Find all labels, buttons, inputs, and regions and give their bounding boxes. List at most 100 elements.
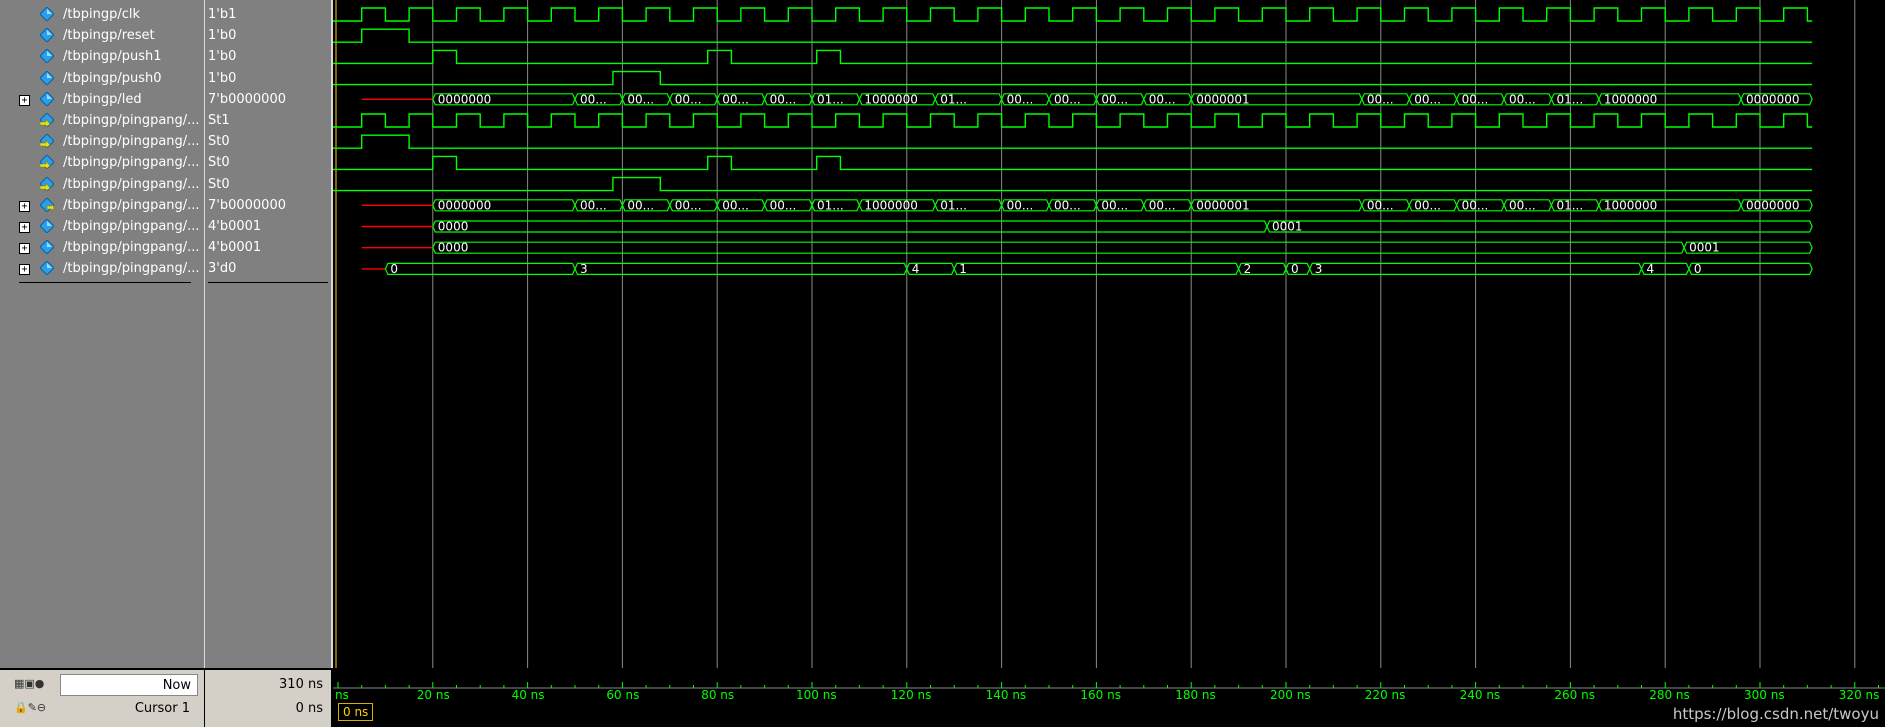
signal-row[interactable]: /tbpingp/clk: [0, 4, 204, 25]
bus-segment: [432, 241, 1685, 254]
signal-name[interactable]: /tbpingp/pingpang/...: [63, 134, 200, 149]
signal-row[interactable]: /tbpingp/pingpang/...: [0, 131, 204, 152]
signal-name[interactable]: /tbpingp/pingpang/...: [63, 155, 200, 170]
bus-value-label: 00...: [675, 198, 702, 212]
bus-value-label: 01...: [940, 198, 967, 212]
bus-value-label: 00...: [580, 198, 607, 212]
signal-row[interactable]: /tbpingp/pingpang/...: [0, 110, 204, 131]
signal-value-row[interactable]: 3'd0: [205, 258, 331, 279]
time-axis[interactable]: ns 20 ns 40 ns 60 ns 80 ns 100 ns 120 ns 140 ns…: [333, 670, 1885, 727]
bus-value-label: 0000001: [1196, 92, 1249, 106]
tick-label: 180 ns: [1175, 688, 1216, 702]
cursor-time-tag[interactable]: 0 ns: [338, 703, 374, 721]
signal-row[interactable]: + /tbpingp/pingpang/...: [0, 258, 204, 279]
bus-value-label: 01...: [940, 92, 967, 106]
tick-label: 120 ns: [891, 688, 932, 702]
tick-label: 220 ns: [1365, 688, 1406, 702]
bus-value-label: 00...: [1054, 92, 1081, 106]
signal-value-row[interactable]: St0: [205, 131, 331, 152]
signal-value-row[interactable]: St1: [205, 110, 331, 131]
signal-name[interactable]: /tbpingp/push0: [63, 71, 162, 86]
bus-segment: [1688, 262, 1813, 275]
signal-row[interactable]: /tbpingp/push1: [0, 46, 204, 67]
signal-name[interactable]: /tbpingp/led: [63, 92, 142, 107]
bus-value-label: 00...: [580, 92, 607, 106]
expand-toggle-icon[interactable]: +: [19, 200, 30, 212]
bus-value-label: 00...: [722, 92, 749, 106]
signal-diamond-icon: [40, 261, 54, 276]
signal-name[interactable]: /tbpingp/pingpang/...: [63, 198, 200, 213]
now-value: 310 ns: [279, 677, 323, 692]
clk-waveform: [333, 7, 1813, 22]
wave-window: /tbpingp/clk/tbpingp/reset/tbpingp/push1…: [0, 0, 1885, 727]
bus-value-label: 00...: [1509, 198, 1536, 212]
signal-row[interactable]: + /tbpingp/pingpang/...: [0, 216, 204, 237]
bus-value-label: 3: [1315, 262, 1323, 276]
signal-row[interactable]: /tbpingp/reset: [0, 25, 204, 46]
signal-name[interactable]: /tbpingp/reset: [63, 28, 155, 43]
signal-value-row[interactable]: 1'b1: [205, 4, 331, 25]
signal-value-row[interactable]: 1'b0: [205, 68, 331, 89]
signal-value-row[interactable]: 1'b0: [205, 46, 331, 67]
signal-value-row[interactable]: St0: [205, 152, 331, 173]
push0-port-waveform: [333, 176, 1813, 192]
bus-value-label: 0001: [1689, 241, 1720, 255]
bus-value-label: 0: [1694, 262, 1702, 276]
waveform-canvas[interactable]: 0000000 00... 00... 00... 00... 00... 01... 100…: [333, 0, 1885, 668]
signal-row[interactable]: /tbpingp/push0: [0, 68, 204, 89]
signal-diamond-icon: [40, 70, 54, 85]
bus-value-label: 00...: [722, 198, 749, 212]
tick-label: ns: [335, 688, 349, 702]
signal-name[interactable]: /tbpingp/pingpang/...: [63, 177, 200, 192]
bus-segment: [574, 262, 908, 275]
signal-value: 1'b0: [208, 70, 237, 86]
signal-row[interactable]: + /tbpingp/pingpang/...: [0, 195, 204, 216]
clk-port-waveform: [333, 113, 1813, 128]
expand-toggle-icon[interactable]: +: [19, 94, 30, 106]
bus-value-label: 0000001: [1196, 198, 1249, 212]
signal-value-row[interactable]: 4'b0001: [205, 237, 331, 258]
cursor-label-box[interactable]: Cursor 1: [60, 698, 196, 718]
signal-row[interactable]: /tbpingp/pingpang/...: [0, 174, 204, 195]
expand-toggle-icon[interactable]: +: [19, 264, 30, 276]
signal-value: 1'b0: [208, 28, 237, 44]
signal-name[interactable]: /tbpingp/pingpang/...: [63, 219, 200, 234]
waveform-pane[interactable]: 0000000 00... 00... 00... 00... 00... 01... 100…: [333, 0, 1885, 668]
signal-row[interactable]: /tbpingp/pingpang/...: [0, 152, 204, 173]
bus-value-label: 00...: [1462, 92, 1489, 106]
signal-value: St0: [208, 134, 230, 150]
signal-row[interactable]: + /tbpingp/pingpang/...: [0, 237, 204, 258]
status-bar: ▦▣● 🔒✎⊖ Now Cursor 1 310 ns 0 ns ns 20 ns…: [0, 670, 1885, 727]
status-labels-panel: ▦▣● 🔒✎⊖ Now Cursor 1: [0, 670, 204, 727]
signal-value-row[interactable]: 1'b0: [205, 25, 331, 46]
bus-value-label: 00...: [1054, 198, 1081, 212]
push1-port-waveform: [333, 155, 1813, 171]
signal-row[interactable]: + /tbpingp/led: [0, 89, 204, 110]
signal-value-row[interactable]: 4'b0001: [205, 216, 331, 237]
push1-waveform: [333, 49, 1813, 65]
tick-label: 240 ns: [1460, 688, 1501, 702]
signal-name[interactable]: /tbpingp/clk: [63, 7, 140, 22]
cursor-value: 0 ns: [295, 701, 323, 716]
signal-name-pane[interactable]: /tbpingp/clk/tbpingp/reset/tbpingp/push1…: [0, 0, 206, 668]
signal-name[interactable]: /tbpingp/pingpang/...: [63, 240, 200, 255]
expand-toggle-icon[interactable]: +: [19, 222, 30, 233]
bus-value-label: 0000: [438, 241, 469, 255]
bus-value-label: 01...: [1556, 198, 1583, 212]
wave-toolbar-icon[interactable]: ▦▣●: [14, 677, 44, 690]
bus-value-label: 0: [1291, 262, 1299, 276]
signal-value-row[interactable]: 7'b0000000: [205, 195, 331, 216]
signal-value: 7'b0000000: [208, 91, 286, 107]
cursor-toolbar-icon[interactable]: 🔒✎⊖: [14, 701, 46, 714]
signal-value: 4'b0001: [208, 240, 262, 256]
signal-value: St0: [208, 155, 230, 171]
bus-value-label: 0000000: [1746, 92, 1799, 106]
signal-value-row[interactable]: 7'b0000000: [205, 89, 331, 110]
signal-name[interactable]: /tbpingp/pingpang/...: [63, 113, 200, 128]
signal-name[interactable]: /tbpingp/pingpang/...: [63, 261, 200, 276]
bus-value-label: 00...: [770, 198, 797, 212]
signal-value-row[interactable]: St0: [205, 174, 331, 195]
signal-value-pane[interactable]: 1'b1 1'b0 1'b0 1'b0 7'b0000000 St1 St0 St0 St0 7'…: [205, 0, 333, 668]
expand-toggle-icon[interactable]: +: [19, 243, 30, 255]
signal-name[interactable]: /tbpingp/push1: [63, 49, 162, 64]
